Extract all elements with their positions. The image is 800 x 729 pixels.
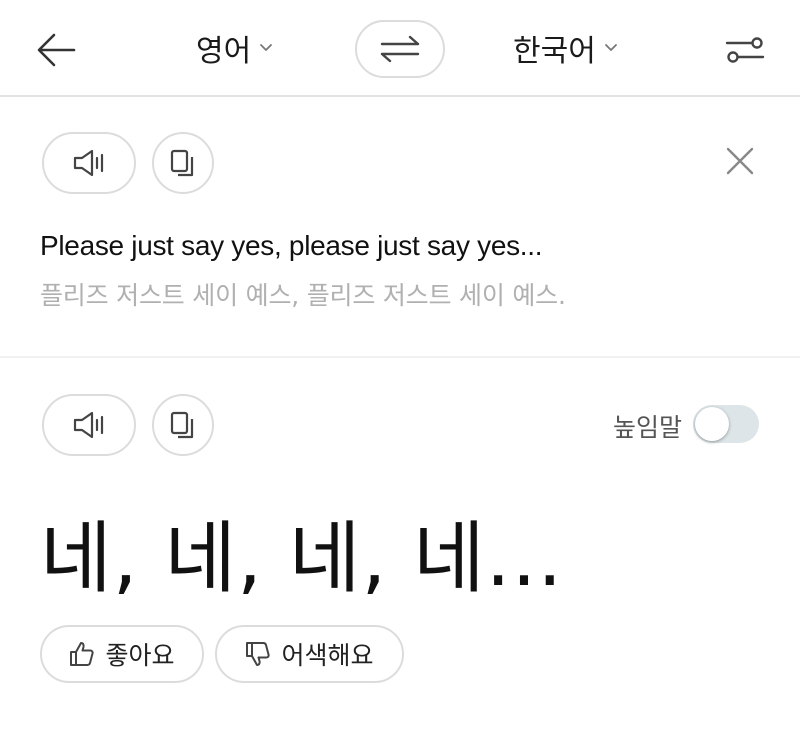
copy-icon [170, 149, 194, 177]
arrow-left-icon [37, 33, 76, 67]
honorific-label: 높임말 [613, 413, 683, 442]
dislike-button[interactable]: 어색해요 [215, 625, 404, 683]
toggle-knob [695, 407, 729, 441]
pronunciation-text: 플리즈 저스트 세이 예스, 플리즈 저스트 세이 예스. [40, 281, 566, 310]
chevron-down-icon [260, 44, 273, 51]
source-language-label: 영어 [196, 34, 252, 69]
speaker-icon [73, 149, 104, 177]
copy-icon [170, 411, 194, 439]
thumb-up-icon [70, 642, 95, 666]
settings-button[interactable] [724, 30, 766, 70]
translation-result: 네, 네, 네, 네... [40, 514, 564, 604]
top-bar: 영어 한국어 [0, 0, 800, 97]
honorific-toggle[interactable] [693, 405, 759, 443]
source-language-selector[interactable]: 영어 [196, 26, 273, 70]
swap-arrows-icon [380, 35, 420, 63]
sliders-icon [725, 37, 765, 63]
dislike-label: 어색해요 [281, 641, 374, 670]
thumb-down-icon [246, 642, 271, 666]
source-speak-button[interactable] [42, 132, 136, 194]
source-text[interactable]: Please just say yes, please just say yes… [40, 230, 543, 262]
chevron-down-icon [604, 44, 617, 51]
close-icon [726, 147, 754, 175]
like-button[interactable]: 좋아요 [40, 625, 204, 683]
speaker-icon [73, 411, 104, 439]
swap-languages-button[interactable] [355, 20, 445, 78]
clear-text-button[interactable] [724, 145, 756, 177]
back-button[interactable] [34, 28, 78, 72]
panel-divider [0, 356, 800, 358]
result-speak-button[interactable] [42, 394, 136, 456]
target-language-label: 한국어 [513, 34, 596, 69]
like-label: 좋아요 [105, 641, 175, 670]
source-copy-button[interactable] [152, 132, 214, 194]
result-copy-button[interactable] [152, 394, 214, 456]
target-language-selector[interactable]: 한국어 [513, 26, 618, 70]
